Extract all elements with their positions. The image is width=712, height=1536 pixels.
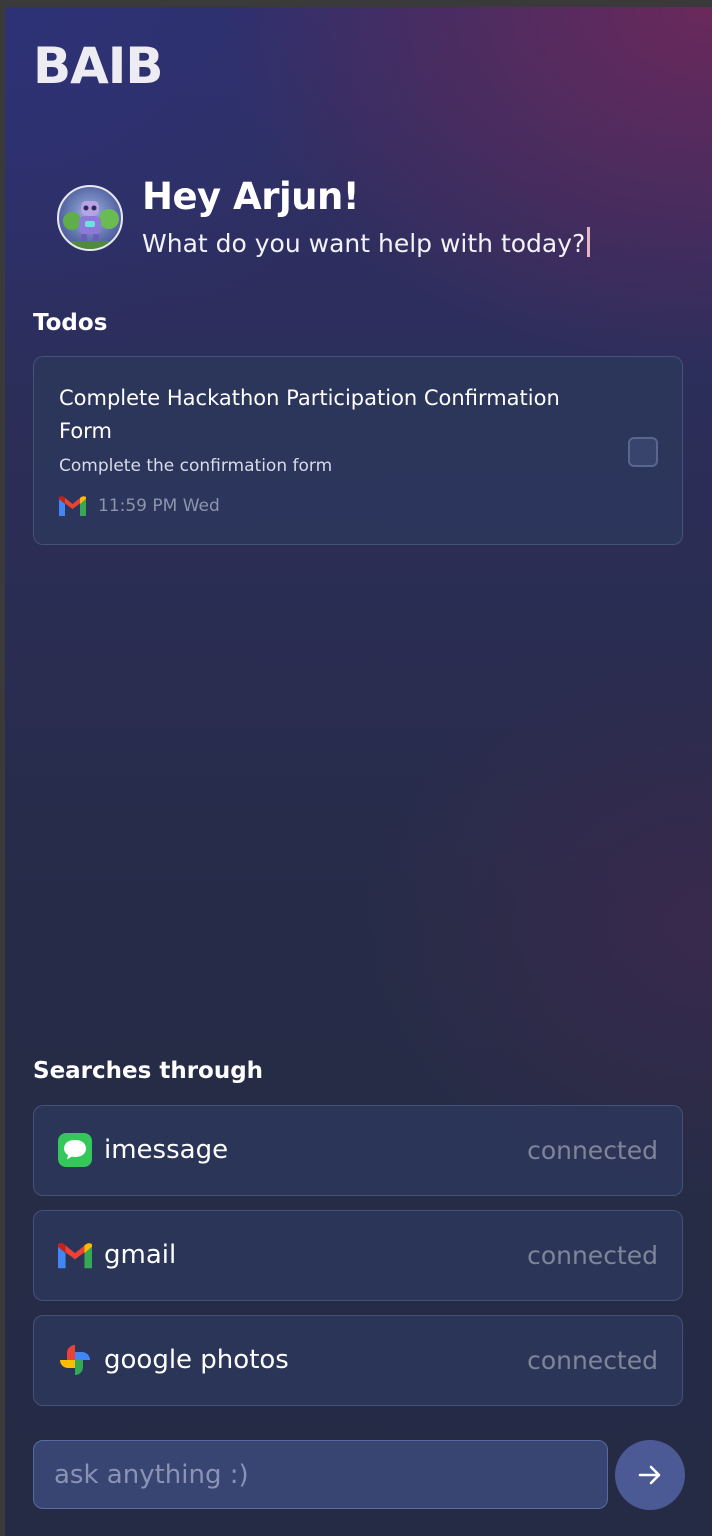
arrow-right-icon bbox=[638, 1465, 661, 1485]
source-status: connected bbox=[527, 1346, 658, 1375]
source-name: imessage bbox=[104, 1135, 229, 1165]
greeting-subtitle-text: What do you want help with today? bbox=[142, 229, 586, 258]
robot-icon bbox=[59, 201, 121, 249]
todo-checkbox[interactable] bbox=[628, 437, 658, 467]
app-window: BAIB Hey Arjun! What do you want help wi… bbox=[5, 7, 712, 1536]
ask-input[interactable] bbox=[33, 1440, 608, 1509]
todo-card[interactable]: Complete Hackathon Participation Confirm… bbox=[33, 356, 683, 545]
greeting-title: Hey Arjun! bbox=[142, 175, 360, 218]
source-item-imessage[interactable]: imessage connected bbox=[33, 1105, 683, 1196]
source-name: gmail bbox=[104, 1240, 177, 1270]
gmail-icon bbox=[58, 1243, 92, 1269]
send-button[interactable] bbox=[615, 1440, 685, 1510]
todo-title: Complete Hackathon Participation Confirm… bbox=[59, 386, 560, 443]
todos-heading: Todos bbox=[33, 310, 108, 336]
gmail-icon bbox=[59, 496, 86, 516]
google-photos-icon bbox=[59, 1345, 91, 1375]
source-name: google photos bbox=[104, 1345, 289, 1375]
avatar bbox=[57, 185, 123, 251]
imessage-icon bbox=[58, 1133, 92, 1167]
source-status: connected bbox=[527, 1241, 658, 1270]
source-status: connected bbox=[527, 1136, 658, 1165]
sources-heading: Searches through bbox=[33, 1058, 264, 1084]
source-item-gmail[interactable]: gmail connected bbox=[33, 1210, 683, 1301]
text-caret bbox=[587, 227, 591, 257]
greeting-subtitle: What do you want help with today? bbox=[142, 227, 591, 258]
app-logo: BAIB bbox=[33, 37, 164, 95]
todo-meta: 11:59 PM Wed bbox=[59, 495, 220, 517]
todo-time: 11:59 PM Wed bbox=[98, 496, 220, 516]
source-item-google-photos[interactable]: google photos connected bbox=[33, 1315, 683, 1406]
todo-description: Complete the confirmation form bbox=[59, 456, 333, 476]
